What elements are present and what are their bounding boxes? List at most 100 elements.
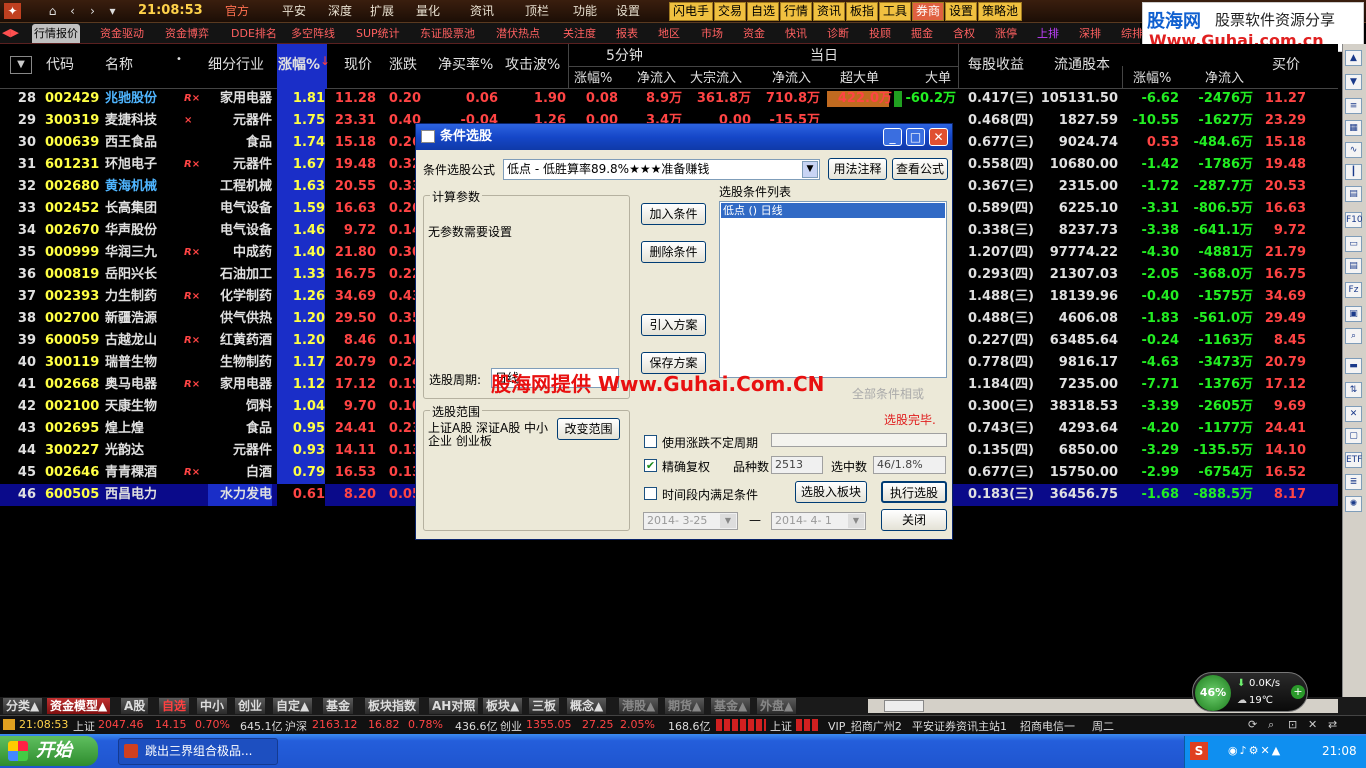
- change-scope-button[interactable]: 改变范围: [557, 418, 620, 440]
- bottom-tab[interactable]: 板块▲: [483, 698, 523, 714]
- tab-funds[interactable]: 资金: [741, 24, 767, 43]
- tab-overall-rank[interactable]: 综排: [1119, 24, 1145, 43]
- tab-sup[interactable]: SUP统计: [354, 24, 402, 43]
- col-r-pct[interactable]: 涨幅%: [1133, 67, 1171, 86]
- delete-condition-button[interactable]: 删除条件: [641, 241, 706, 263]
- col-buy-price[interactable]: 买价: [1272, 54, 1300, 74]
- menu-extend[interactable]: 扩展: [370, 3, 394, 20]
- scroll-up-icon[interactable]: ▲: [1345, 50, 1362, 66]
- chart-line-icon[interactable]: ∿: [1345, 142, 1362, 158]
- tab-attention[interactable]: 关注度: [561, 24, 598, 43]
- bottom-tab[interactable]: 期货▲: [665, 698, 705, 714]
- close-icon[interactable]: ✕: [1308, 718, 1317, 731]
- taskbar-app[interactable]: 跳出三界组合极品...: [118, 738, 278, 765]
- tab-dongzheng[interactable]: 东证股票池: [418, 24, 477, 43]
- table-icon[interactable]: ▤: [1345, 186, 1362, 202]
- tab-dig-gold[interactable]: 掘金: [909, 24, 935, 43]
- tab-long-short[interactable]: 多空阵线: [289, 24, 337, 43]
- tab-market[interactable]: 市场: [699, 24, 725, 43]
- sort-icon[interactable]: ⇅: [1345, 382, 1362, 398]
- col-name[interactable]: 名称: [105, 54, 133, 74]
- col-big[interactable]: 大单: [925, 67, 951, 86]
- plus-icon[interactable]: +: [1291, 685, 1305, 699]
- bottom-tab[interactable]: 分类▲: [3, 698, 43, 714]
- view-formula-button[interactable]: 查看公式: [892, 158, 948, 180]
- search-icon[interactable]: ⌕: [1268, 718, 1274, 732]
- bottom-tab[interactable]: 基金▲: [711, 698, 751, 714]
- adjust-checkbox[interactable]: ✔: [644, 459, 657, 472]
- grid-icon[interactable]: ▦: [1345, 120, 1362, 136]
- col-code[interactable]: 代码: [46, 54, 74, 74]
- minimize-button[interactable]: _: [883, 128, 902, 146]
- bottom-tab[interactable]: 自定▲: [273, 698, 313, 714]
- network-gauge[interactable]: 46% ⬇ 0.0K/s ☁ 19℃ +: [1192, 672, 1308, 712]
- arrows-icon[interactable]: ⇄: [1328, 718, 1337, 731]
- close-button[interactable]: 关闭: [881, 509, 947, 531]
- column-menu-icon[interactable]: ▼: [10, 56, 32, 74]
- etf-icon[interactable]: ETF: [1345, 452, 1362, 468]
- stack-icon[interactable]: ≣: [1345, 474, 1362, 490]
- menu-depth[interactable]: 深度: [328, 3, 352, 20]
- bottom-tab[interactable]: 创业: [235, 698, 266, 714]
- btn-tools[interactable]: 工具: [879, 2, 912, 21]
- tab-scroll-arrows-icon[interactable]: ◀▶: [2, 26, 26, 41]
- col-r-flow[interactable]: 净流入: [1205, 67, 1244, 86]
- col-net-buy[interactable]: 净买率%: [438, 54, 493, 74]
- btn-broker[interactable]: 券商: [912, 2, 945, 21]
- refresh-icon[interactable]: ⟳: [1248, 718, 1257, 731]
- col-change[interactable]: 涨跌: [389, 54, 417, 74]
- box-icon[interactable]: ▣: [1345, 306, 1362, 322]
- col-attack[interactable]: 攻击波%: [505, 54, 560, 74]
- back-icon[interactable]: ‹: [64, 3, 81, 19]
- bottom-tab[interactable]: 基金: [323, 698, 354, 714]
- menu-topbar[interactable]: 顶栏: [525, 3, 549, 20]
- dropdown-icon[interactable]: ▾: [104, 3, 121, 19]
- chevron-down-icon[interactable]: ▼: [802, 161, 818, 178]
- candle-icon[interactable]: ┃: [1345, 164, 1362, 180]
- tray-icons[interactable]: ◉♪⚙✕▲: [1228, 744, 1282, 757]
- tab-diagnose[interactable]: 诊断: [825, 24, 851, 43]
- col-super-big[interactable]: 超大单: [840, 67, 879, 86]
- btn-watchlist[interactable]: 自选: [747, 2, 780, 21]
- btn-setup[interactable]: 设置: [945, 2, 978, 21]
- tab-sh-rank[interactable]: 上排: [1035, 24, 1061, 43]
- formula-select[interactable]: 低点 - 低胜算率89.8%★★★准备赚钱: [503, 159, 820, 180]
- btn-trade[interactable]: 交易: [714, 2, 747, 21]
- menu-quant[interactable]: 量化: [416, 3, 440, 20]
- bottom-tab[interactable]: AH对照: [429, 698, 479, 714]
- col-5min-pct[interactable]: 涨幅%: [574, 67, 612, 86]
- doc-icon[interactable]: ▭: [1345, 236, 1362, 252]
- gear-icon[interactable]: ✺: [1345, 496, 1362, 512]
- bottom-tab[interactable]: 三板: [529, 698, 560, 714]
- col-pct[interactable]: 涨幅%: [278, 54, 320, 74]
- btn-info[interactable]: 资讯: [813, 2, 846, 21]
- tab-report[interactable]: 报表: [614, 24, 640, 43]
- btn-quotes[interactable]: 行情: [780, 2, 813, 21]
- import-plan-button[interactable]: 引入方案: [641, 314, 706, 336]
- vip-label[interactable]: VIP_招商广州2: [828, 718, 902, 734]
- menu-news[interactable]: 资讯: [470, 3, 494, 20]
- tab-limit-up[interactable]: 涨停: [993, 24, 1019, 43]
- f10-icon[interactable]: F10: [1345, 212, 1363, 228]
- usage-button[interactable]: 用法注释: [828, 158, 887, 180]
- bottom-tab[interactable]: A股: [121, 698, 149, 714]
- scrollbar-thumb[interactable]: [884, 700, 924, 712]
- folder-icon[interactable]: ▬: [1345, 358, 1362, 374]
- date-from-dropdown-icon[interactable]: ▼: [720, 514, 736, 528]
- menu-pingan[interactable]: 平安: [282, 3, 306, 20]
- btn-flash-trade[interactable]: 闪电手: [669, 2, 714, 21]
- fiz-icon[interactable]: Fz: [1345, 282, 1362, 298]
- menu-official[interactable]: 官方: [225, 3, 249, 20]
- tab-rights[interactable]: 含权: [951, 24, 977, 43]
- col-block-flow[interactable]: 大宗流入: [690, 67, 742, 86]
- col-day-flow[interactable]: 净流入: [772, 67, 811, 86]
- lock-icon[interactable]: ⊡: [1288, 718, 1297, 731]
- bottom-tab[interactable]: 港股▲: [619, 698, 659, 714]
- tab-fund-drive[interactable]: 资金驱动: [98, 24, 146, 43]
- tab-region[interactable]: 地区: [656, 24, 682, 43]
- bottom-tab[interactable]: 概念▲: [567, 698, 607, 714]
- bottom-tab[interactable]: 资金模型▲: [47, 698, 111, 714]
- bottom-tab[interactable]: 自选: [159, 698, 190, 714]
- bottom-tab[interactable]: 板块指数: [365, 698, 420, 714]
- bottom-tab[interactable]: 外盘▲: [757, 698, 797, 714]
